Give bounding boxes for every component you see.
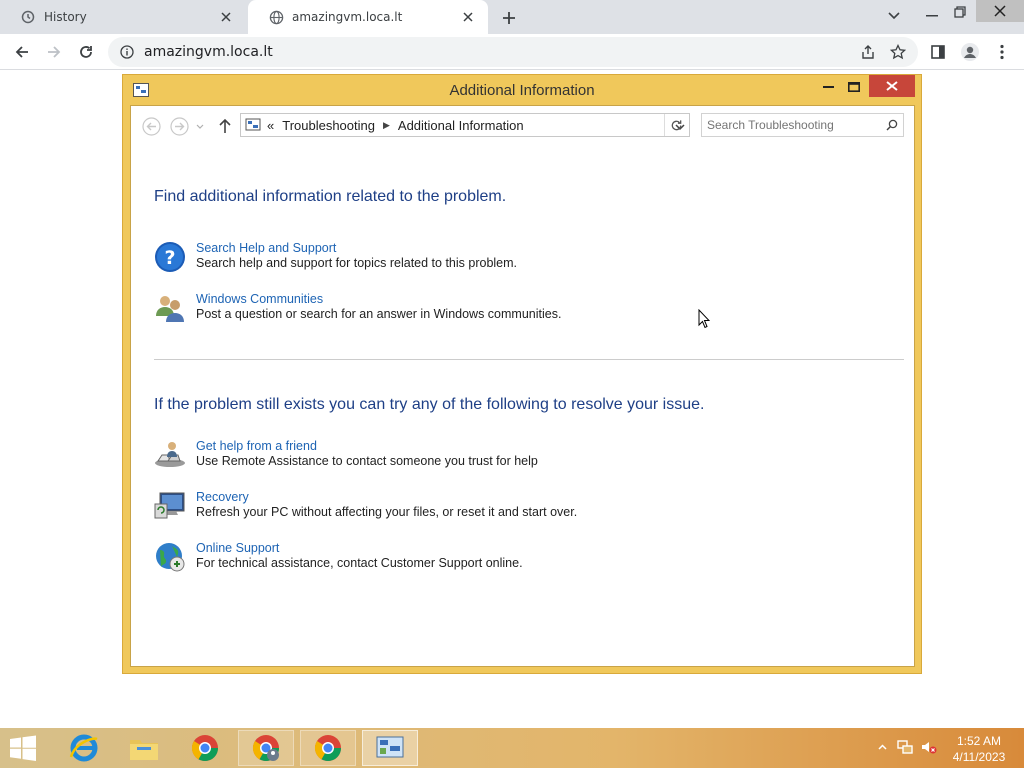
tab-search-chevron-icon[interactable] [884, 6, 904, 26]
tab-label: amazingvm.loca.lt [292, 10, 403, 24]
new-tab-button[interactable] [498, 7, 520, 29]
bookmark-star-icon[interactable] [889, 43, 907, 63]
breadcrumb[interactable]: « Troubleshooting ▶ Additional Informati… [240, 113, 690, 137]
recovery-link[interactable]: Recovery [196, 490, 249, 504]
close-icon[interactable] [218, 9, 234, 25]
system-clock[interactable]: 1:52 AM 4/11/2023 [944, 733, 1014, 765]
network-icon[interactable] [897, 738, 913, 756]
info-icon[interactable] [120, 45, 134, 59]
window-title-bar[interactable]: Additional Information [123, 75, 921, 105]
breadcrumb-overflow[interactable]: « [267, 118, 274, 133]
forward-arrow-icon[interactable] [42, 40, 66, 64]
help-icon: ? [154, 241, 186, 273]
globe-support-icon [154, 541, 186, 573]
tab-label: History [44, 10, 87, 24]
chrome-icon[interactable] [300, 730, 356, 766]
tab-history[interactable]: History [0, 0, 246, 34]
back-arrow-icon[interactable] [10, 40, 34, 64]
reload-icon[interactable] [74, 40, 98, 64]
navigation-bar: « Troubleshooting ▶ Additional Informati… [131, 106, 914, 146]
window-close-button[interactable] [869, 75, 915, 97]
side-panel-icon[interactable] [926, 40, 950, 64]
chrome-icon[interactable] [177, 730, 233, 766]
svg-text:?: ? [164, 247, 175, 269]
additional-information-window: Additional Information « Troubleshooting… [122, 74, 922, 674]
forward-circle-icon[interactable] [169, 116, 189, 136]
get-help-from-a-friend-link[interactable]: Get help from a friend [196, 439, 317, 453]
clock-time: 1:52 AM [956, 734, 1002, 748]
address-bar[interactable]: amazingvm.loca.lt [108, 37, 918, 67]
file-explorer-icon[interactable] [116, 730, 172, 766]
refresh-icon[interactable] [664, 114, 688, 136]
window-content: « Troubleshooting ▶ Additional Informati… [130, 105, 915, 667]
up-arrow-icon[interactable] [215, 116, 235, 136]
control-panel-icon[interactable] [362, 730, 418, 766]
close-icon[interactable] [460, 9, 476, 25]
back-circle-icon[interactable] [141, 116, 161, 136]
search-icon[interactable] [881, 119, 903, 131]
chrome-icon[interactable] [238, 730, 294, 766]
mouse-cursor-icon [698, 308, 711, 329]
control-panel-icon [245, 118, 261, 132]
browser-tab-strip: History amazingvm.loca.lt [0, 0, 1024, 34]
recovery-icon [154, 490, 186, 522]
window-minimize-button[interactable] [815, 77, 841, 97]
url-text: amazingvm.loca.lt [144, 44, 273, 60]
share-icon[interactable] [860, 44, 876, 63]
search-input[interactable] [702, 115, 881, 135]
list-item-help-and-support[interactable]: ? Search Help and Support Search help an… [154, 241, 754, 277]
window-maximize-button[interactable] [841, 77, 867, 97]
profile-avatar-icon[interactable] [958, 40, 982, 64]
breadcrumb-troubleshooting[interactable]: Troubleshooting [282, 118, 375, 133]
list-item-recovery[interactable]: Recovery Refresh your PC without affecti… [154, 490, 754, 526]
browser-toolbar: amazingvm.loca.lt [0, 34, 1024, 70]
get-help-from-a-friend-description: Use Remote Assistance to contact someone… [196, 454, 538, 468]
globe-icon [268, 9, 284, 25]
internet-explorer-icon[interactable] [56, 730, 112, 766]
history-icon [20, 9, 36, 25]
recent-locations-chevron-icon[interactable] [194, 116, 206, 136]
minimize-icon[interactable] [922, 6, 942, 26]
windows-communities-description: Post a question or search for an answer … [196, 307, 562, 321]
window-title: Additional Information [449, 82, 595, 99]
volume-muted-icon[interactable] [921, 738, 937, 756]
search-troubleshooting-field[interactable] [701, 113, 904, 137]
breadcrumb-separator-icon[interactable]: ▶ [383, 120, 390, 131]
show-hidden-icons-chevron-icon[interactable] [874, 738, 890, 756]
windows-taskbar: 1:52 AM 4/11/2023 [0, 728, 1024, 768]
windows-start-icon[interactable] [8, 735, 40, 761]
breadcrumb-additional-information[interactable]: Additional Information [398, 118, 524, 133]
restore-icon[interactable] [950, 2, 970, 22]
section-heading-resolve-issue: If the problem still exists you can try … [154, 396, 705, 413]
list-item-windows-communities[interactable]: Windows Communities Post a question or s… [154, 292, 754, 328]
section-heading-additional-info: Find additional information related to t… [154, 188, 507, 205]
online-support-description: For technical assistance, contact Custom… [196, 556, 523, 570]
list-item-get-help-from-friend[interactable]: Get help from a friend Use Remote Assist… [154, 439, 754, 475]
users-icon [154, 292, 186, 324]
search-help-and-support-link[interactable]: Search Help and Support [196, 241, 336, 255]
more-menu-icon[interactable] [990, 40, 1014, 64]
recovery-description: Refresh your PC without affecting your f… [196, 505, 578, 519]
section-divider [154, 359, 904, 360]
list-item-online-support[interactable]: Online Support For technical assistance,… [154, 541, 754, 577]
search-help-and-support-description: Search help and support for topics relat… [196, 256, 518, 270]
tab-amazingvm[interactable]: amazingvm.loca.lt [248, 0, 488, 34]
online-support-link[interactable]: Online Support [196, 541, 279, 555]
windows-communities-link[interactable]: Windows Communities [196, 292, 323, 306]
remote-assistance-icon [154, 439, 186, 471]
browser-close-button[interactable] [976, 0, 1024, 22]
clock-date: 4/11/2023 [952, 750, 1006, 764]
